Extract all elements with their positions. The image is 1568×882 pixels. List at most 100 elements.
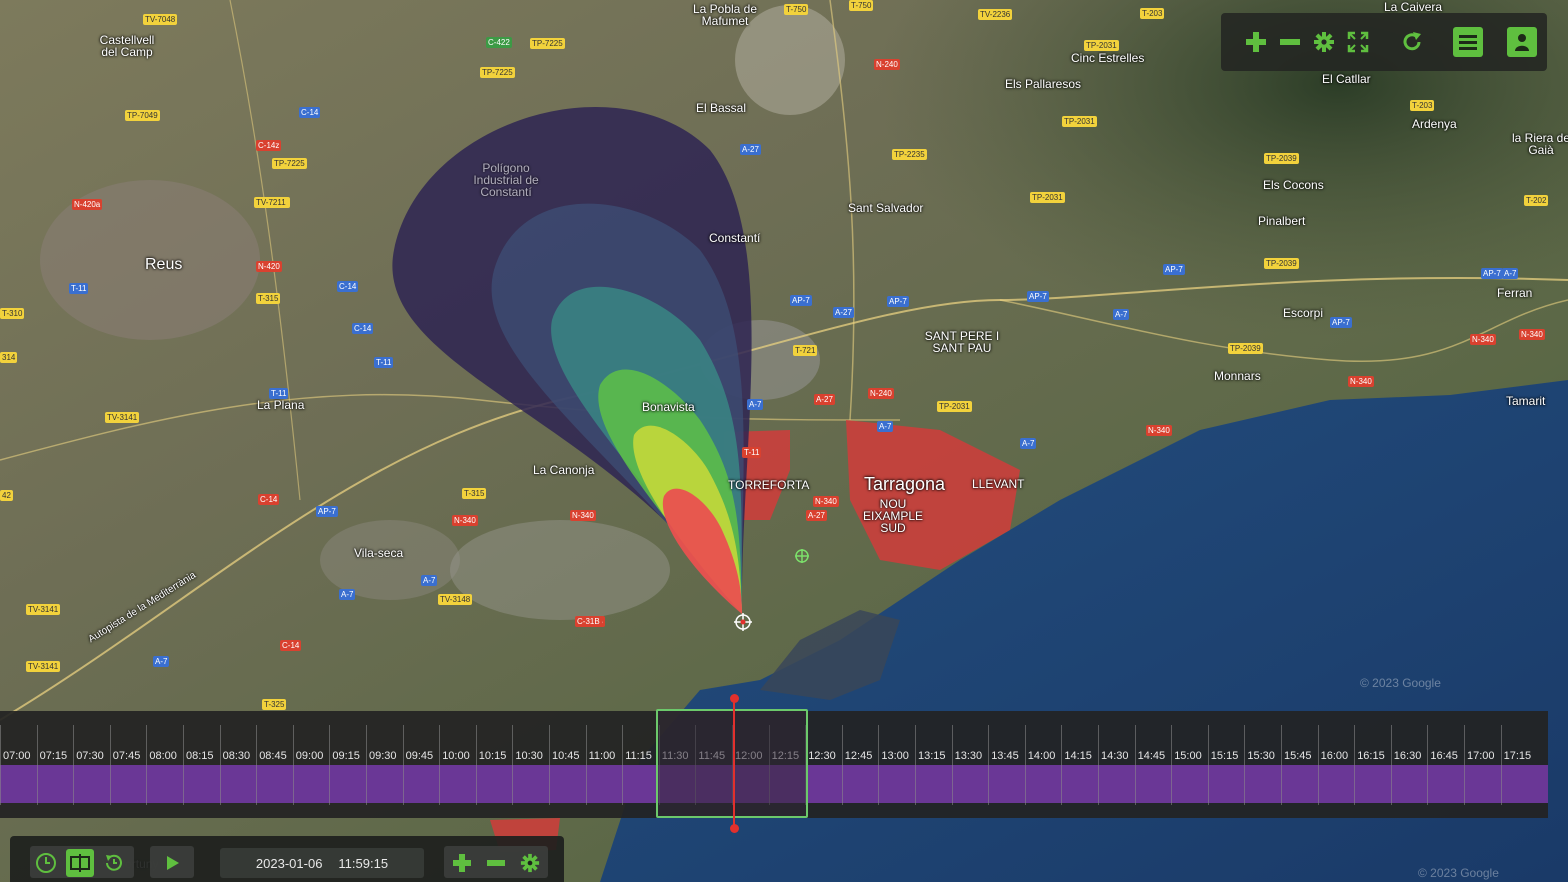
place-label: Castellvell del Camp [99, 33, 155, 59]
place-label: Monnars [1214, 369, 1261, 383]
road-shield: C-31B [575, 616, 602, 627]
place-label: Constantí [709, 231, 761, 245]
road-shield: N-340 [1519, 329, 1545, 340]
map-toolbar [1221, 13, 1547, 71]
play-button[interactable] [158, 849, 186, 877]
timeline-tick: 15:45 [1281, 725, 1319, 805]
timeline-tick: 09:15 [329, 725, 367, 805]
road-shield: N-340 [1470, 334, 1496, 345]
timeline-tick-label: 17:15 [1503, 750, 1532, 762]
road-shield: T-203 [1140, 8, 1165, 19]
road-shield: AP-7 [1330, 317, 1352, 328]
road-shield: T-750 [849, 0, 874, 11]
timeline-tick-label: 14:15 [1064, 750, 1092, 762]
place-label: Tamarit [1506, 394, 1546, 408]
timeline-tick-label: 13:30 [954, 750, 983, 762]
place-label: La Pobla de Mafumet [692, 2, 758, 28]
place-label: La Canonja [533, 463, 595, 477]
cursor-top-handle[interactable] [729, 694, 739, 703]
road-shield: TV-3141 [105, 412, 140, 423]
road-shield: T-11 [269, 388, 289, 399]
cursor-bottom-handle[interactable] [729, 824, 739, 833]
timeline-tick-label: 10:30 [515, 750, 543, 762]
place-label: SANT PERE I SANT PAU [924, 329, 1000, 355]
history-button[interactable] [100, 849, 128, 877]
fullscreen-button[interactable] [1343, 27, 1373, 57]
road-shield: TP-7049 [125, 110, 160, 121]
map-attribution: © 2023 Google [1360, 676, 1441, 690]
plus-icon [1246, 32, 1266, 52]
road-shield: AP-7 [790, 295, 812, 306]
place-label: Reus [145, 256, 183, 273]
timeline-tick: 07:00 [0, 725, 38, 805]
range-button[interactable] [66, 849, 94, 877]
timeline-settings-button[interactable] [516, 849, 544, 877]
timeline-zoom-in-button[interactable] [448, 849, 476, 877]
timeline-tick: 17:15 [1500, 725, 1539, 805]
road-shield: C-14 [299, 107, 321, 118]
road-shield: TV-7211 [254, 197, 288, 208]
timeline-tick: 09:45 [402, 725, 441, 805]
road-shield: AP-7 [1163, 264, 1185, 275]
road-shield: 314 [0, 352, 18, 363]
refresh-button[interactable] [1397, 27, 1427, 57]
road-shield: N-340 [1146, 425, 1172, 436]
timeline-tick-label: 16:00 [1320, 750, 1349, 762]
timeline-tick: 07:45 [109, 725, 148, 805]
timeline-tick-label: 10:15 [478, 750, 507, 762]
timeline-tick: 10:15 [475, 725, 514, 805]
refresh-icon [1403, 32, 1421, 51]
timeline-selection-window[interactable] [656, 709, 808, 818]
settings-button[interactable] [1309, 27, 1339, 57]
road-shield: TP-2039 [1264, 153, 1299, 164]
user-button[interactable] [1507, 27, 1537, 57]
timeline-tick-label: 14:00 [1027, 750, 1056, 762]
timeline-tick-label: 07:00 [3, 750, 31, 762]
timeline-cursor[interactable] [733, 698, 735, 828]
history-icon [106, 854, 122, 871]
map-attribution: © 2023 Google [1418, 866, 1499, 880]
current-date: 2023-01-06 [255, 855, 323, 871]
place-label: Sant Salvador [848, 201, 924, 215]
clock-button[interactable] [32, 849, 60, 877]
timeline-tick-label: 09:45 [405, 750, 434, 762]
timeline-tick-label: 10:00 [442, 750, 470, 762]
place-label: Polígono Industrial de Constantí [473, 161, 539, 199]
expand-icon [1347, 31, 1369, 53]
timeline-tick: 14:00 [1024, 725, 1063, 805]
road-shield: A-27 [806, 510, 827, 521]
timeline-tick-label: 09:00 [295, 750, 324, 762]
timeline-tick-label: 16:15 [1357, 750, 1385, 762]
road-shield: N-340 [570, 510, 596, 521]
menu-button[interactable] [1453, 27, 1483, 57]
timeline-tick: 08:30 [219, 725, 258, 805]
timeline-tick-label: 14:45 [1137, 750, 1166, 762]
range-icon [70, 854, 90, 872]
timeline-tick-label: 13:45 [991, 750, 1019, 762]
timeline-tick-label: 16:45 [1430, 750, 1458, 762]
road-shield: T-11 [742, 447, 762, 458]
timeline-tick: 07:15 [36, 725, 75, 805]
timeline-tick-label: 12:45 [844, 750, 873, 762]
timeline-zoom-out-button[interactable] [482, 849, 510, 877]
timeline-tick: 11:00 [585, 725, 624, 805]
road-shield: A-27 [740, 144, 761, 155]
zoom-out-button[interactable] [1275, 27, 1305, 57]
timeline-tick-label: 17:00 [1467, 750, 1495, 762]
place-label: LLEVANT [972, 477, 1025, 491]
road-shield: TV-2236 [978, 9, 1013, 20]
timeline-tick: 08:00 [146, 725, 184, 805]
place-label: Ferran [1497, 286, 1533, 300]
timeline-tick: 11:15 [622, 725, 660, 805]
road-shield: TV-3148 [438, 594, 473, 605]
timeline-tick-label: 15:00 [1174, 750, 1202, 762]
play-icon [167, 856, 179, 870]
timeline-tick: 13:45 [988, 725, 1026, 805]
timeline-tick: 12:45 [841, 725, 880, 805]
zoom-in-button[interactable] [1241, 27, 1271, 57]
timeline-tick-label: 13:00 [881, 750, 909, 762]
road-shield: N-340 [452, 515, 478, 526]
timeline-tick-label: 11:15 [625, 750, 652, 762]
road-shield: N-240 [874, 59, 900, 70]
timeline-tick-label: 16:30 [1393, 750, 1422, 762]
